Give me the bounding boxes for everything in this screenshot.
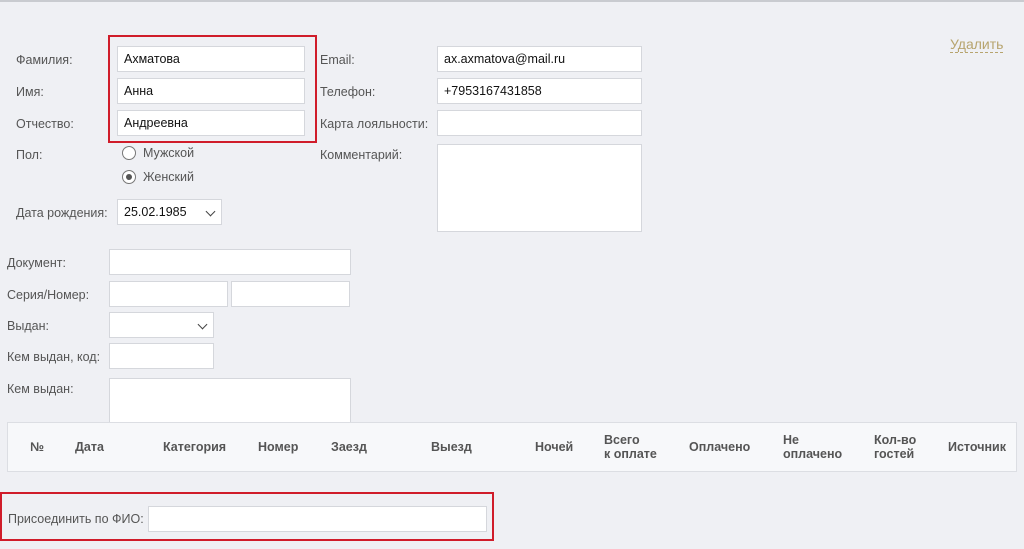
column-header[interactable]: Категория xyxy=(163,440,226,454)
delete-link[interactable]: Удалить xyxy=(950,36,1004,53)
comment-label: Комментарий: xyxy=(320,148,403,162)
column-header[interactable]: Заезд xyxy=(331,440,367,454)
chevron-down-icon xyxy=(197,319,208,330)
birth-date-label: Дата рождения: xyxy=(16,206,108,220)
birth-date-value: 25.02.1985 xyxy=(124,205,187,219)
birth-date-select[interactable]: 25.02.1985 xyxy=(117,199,222,225)
name-highlight-box xyxy=(108,35,317,143)
number-field[interactable] xyxy=(231,281,350,307)
column-header[interactable]: Ночей xyxy=(535,440,573,454)
column-header[interactable]: № xyxy=(30,440,44,454)
first-name-label: Имя: xyxy=(16,85,44,99)
series-number-label: Серия/Номер: xyxy=(7,288,90,302)
column-header[interactable]: Кол-во гостей xyxy=(874,433,916,461)
gender-label: Пол: xyxy=(16,148,43,162)
document-field[interactable] xyxy=(109,249,351,275)
column-header[interactable]: Всего к оплате xyxy=(604,433,657,461)
issuer-label: Кем выдан: xyxy=(7,382,74,396)
gender-male-radio[interactable] xyxy=(122,146,136,160)
last-name-label: Фамилия: xyxy=(16,53,73,67)
column-header[interactable]: Номер xyxy=(258,440,298,454)
series-field[interactable] xyxy=(109,281,228,307)
column-header[interactable]: Не оплачено xyxy=(783,433,842,461)
email-field[interactable]: ax.axmatova@mail.ru xyxy=(437,46,642,72)
join-highlight-box xyxy=(0,492,494,541)
column-header[interactable]: Дата xyxy=(75,440,104,454)
issuer-code-label: Кем выдан, код: xyxy=(7,350,101,364)
issued-label: Выдан: xyxy=(7,319,49,333)
email-label: Email: xyxy=(320,53,355,67)
gender-female-radio[interactable] xyxy=(122,170,136,184)
comment-textarea[interactable] xyxy=(437,144,642,232)
column-header[interactable]: Оплачено xyxy=(689,440,750,454)
column-header[interactable]: Источник xyxy=(948,440,1006,454)
phone-field[interactable]: +7953167431858 xyxy=(437,78,642,104)
bookings-table-header: № Дата Категория Номер Заезд Выезд Ночей… xyxy=(7,422,1017,472)
patronymic-label: Отчество: xyxy=(16,117,74,131)
phone-label: Телефон: xyxy=(320,85,376,99)
column-header[interactable]: Выезд xyxy=(431,440,472,454)
chevron-down-icon xyxy=(205,206,216,217)
gender-female-label: Женский xyxy=(143,170,194,184)
top-divider xyxy=(0,0,1024,2)
issued-select[interactable] xyxy=(109,312,214,338)
loyalty-card-label: Карта лояльности: xyxy=(320,117,429,131)
issuer-code-field[interactable] xyxy=(109,343,214,369)
document-label: Документ: xyxy=(7,256,66,270)
gender-male-label: Мужской xyxy=(143,146,195,160)
loyalty-card-field[interactable] xyxy=(437,110,642,136)
